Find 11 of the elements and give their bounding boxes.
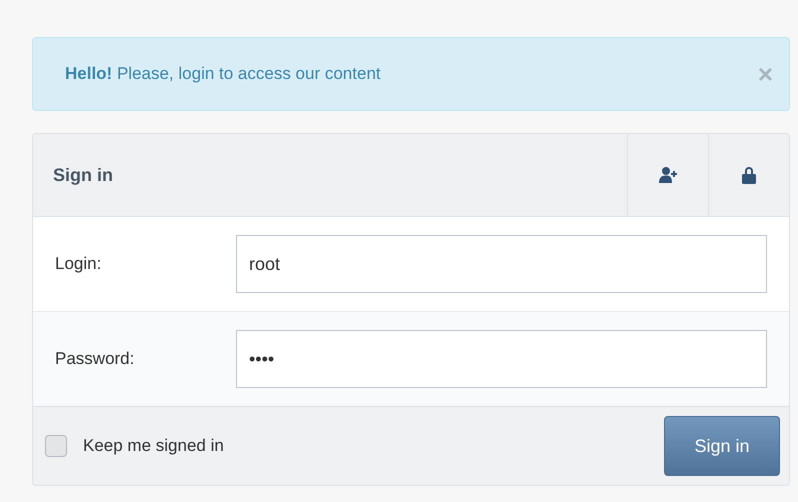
alert-message: Hello! Please, login to access our content — [65, 64, 381, 84]
input-field[interactable]: root — [236, 235, 767, 293]
field-label: Password: — [55, 349, 136, 369]
field-label: Login: — [55, 254, 102, 274]
panel-title: Sign in — [52, 164, 114, 187]
checkbox[interactable] — [45, 435, 67, 457]
lock-icon — [742, 166, 756, 184]
input-field[interactable]: •••• — [236, 330, 767, 388]
sign-in-button[interactable]: Sign in — [664, 416, 780, 476]
add-user-icon — [659, 166, 677, 184]
checkbox-label: Keep me signed in — [83, 436, 224, 456]
